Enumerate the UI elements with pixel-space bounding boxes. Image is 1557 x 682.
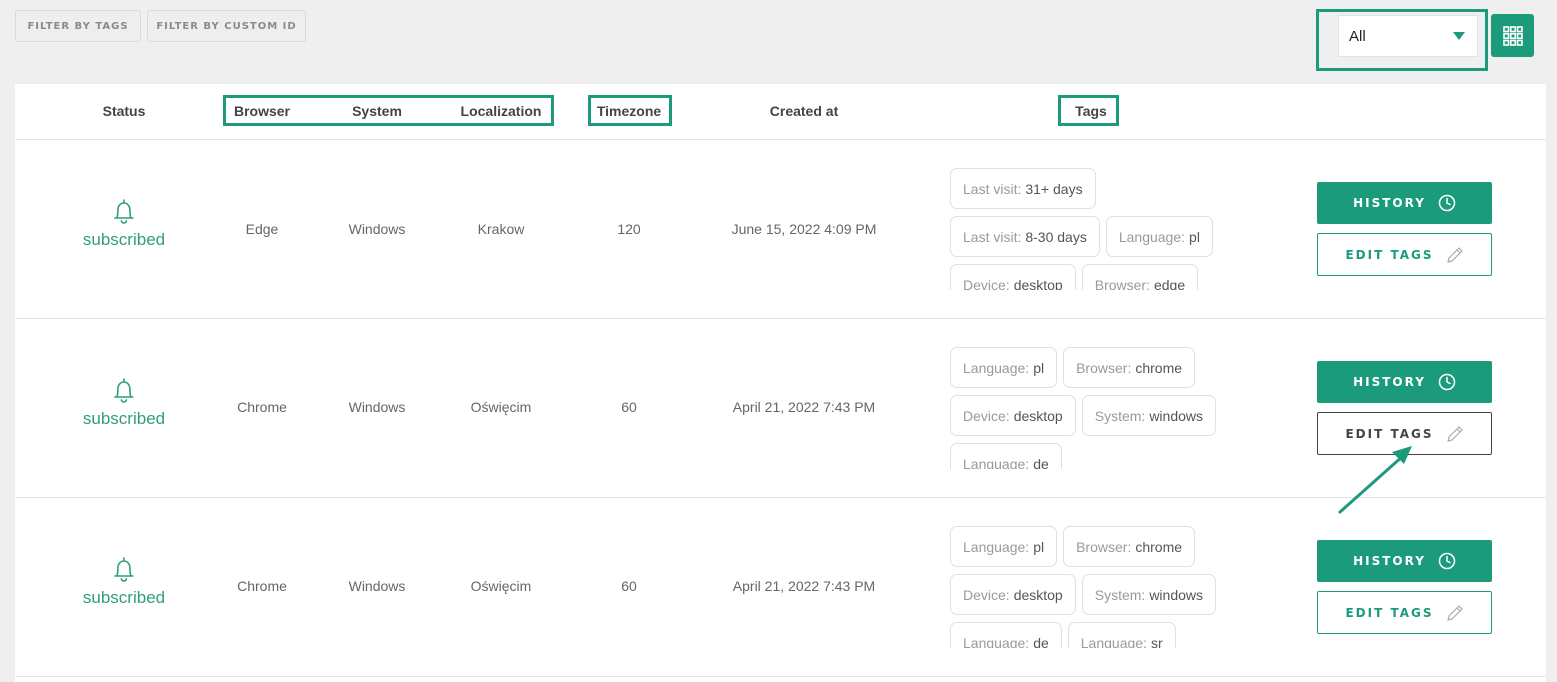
tag-chip: Language: de xyxy=(950,622,1062,648)
filter-by-tags-button[interactable]: FILTER BY TAGS xyxy=(15,10,141,42)
edit-tags-label: EDIT TAGS xyxy=(1345,247,1434,262)
edit-tags-button[interactable]: EDIT TAGS xyxy=(1317,233,1492,276)
highlight-browser-system-localization xyxy=(223,95,554,126)
tags-cell: Language: pl Browser: chrome Device: deskto… xyxy=(950,347,1240,469)
caret-down-icon xyxy=(1453,32,1465,40)
tag-chip: Browser: edge xyxy=(1081,264,1199,290)
history-button[interactable]: HISTORY xyxy=(1317,361,1492,403)
highlight-timezone xyxy=(588,95,672,126)
status-text: subscribed xyxy=(82,230,166,249)
pencil-icon xyxy=(1446,604,1463,621)
system-cell: Windows xyxy=(348,578,406,594)
tag-chip: Language: de xyxy=(950,443,1062,469)
subscribers-table: Status Browser System Localization Timez… xyxy=(15,84,1546,682)
localization-cell: Krakow xyxy=(477,221,525,237)
bell-icon xyxy=(114,557,134,582)
tag-chip: Language: pl xyxy=(950,526,1058,567)
system-cell: Windows xyxy=(348,221,406,237)
filter-by-custom-id-button[interactable]: FILTER BY CUSTOM ID xyxy=(147,10,306,42)
edit-tags-button[interactable]: EDIT TAGS xyxy=(1317,591,1492,634)
status-text: subscribed xyxy=(82,409,166,428)
localization-cell: Oświęcim xyxy=(470,578,532,594)
tag-chip: Browser: chrome xyxy=(1063,347,1196,388)
edit-tags-label: EDIT TAGS xyxy=(1345,605,1434,620)
tag-chip: Last visit: 8-30 days xyxy=(950,216,1100,257)
created-at-cell: June 15, 2022 4:09 PM xyxy=(731,221,877,237)
history-label: HISTORY xyxy=(1353,554,1426,568)
tag-chip: Device: desktop xyxy=(950,395,1076,436)
header-created-at[interactable]: Created at xyxy=(770,103,838,119)
edit-tags-button[interactable]: EDIT TAGS xyxy=(1317,412,1492,455)
clock-icon xyxy=(1438,552,1456,570)
tags-cell: Language: pl Browser: chrome Device: deskto… xyxy=(950,526,1240,648)
table-row: subscribed Chrome Windows Oświęcim 60 Ap… xyxy=(15,498,1546,677)
localization-cell: Oświęcim xyxy=(470,399,532,415)
clock-icon xyxy=(1438,373,1456,391)
created-at-cell: April 21, 2022 7:43 PM xyxy=(732,578,876,594)
timezone-cell: 120 xyxy=(617,221,641,237)
status-cell: subscribed xyxy=(83,198,165,250)
tag-chip: Language: pl xyxy=(1105,216,1213,257)
tag-chip: System: windows xyxy=(1081,574,1217,615)
system-cell: Windows xyxy=(348,399,406,415)
clock-icon xyxy=(1438,194,1456,212)
history-label: HISTORY xyxy=(1353,196,1426,210)
table-header: Status Browser System Localization Timez… xyxy=(15,84,1546,140)
status-cell: subscribed xyxy=(83,556,165,608)
view-select-value: All xyxy=(1349,27,1366,45)
tag-chip: Device: desktop xyxy=(950,574,1076,615)
tag-chip: Device: desktop xyxy=(950,264,1076,290)
grid-view-button[interactable] xyxy=(1491,14,1534,57)
pencil-icon xyxy=(1446,425,1463,442)
bell-icon xyxy=(114,378,134,403)
status-cell: subscribed xyxy=(83,377,165,429)
tag-chip: Browser: chrome xyxy=(1063,526,1196,567)
view-select[interactable]: All xyxy=(1338,15,1478,57)
grid-icon xyxy=(1502,25,1523,46)
tag-chip: System: windows xyxy=(1081,395,1217,436)
header-status[interactable]: Status xyxy=(103,103,146,119)
history-button[interactable]: HISTORY xyxy=(1317,182,1492,224)
pencil-icon xyxy=(1446,246,1463,263)
bell-icon xyxy=(114,199,134,224)
tags-cell: Last visit: 31+ days Last visit: 8-30 days… xyxy=(950,168,1240,290)
status-text: subscribed xyxy=(82,588,166,607)
timezone-cell: 60 xyxy=(621,399,637,415)
tag-chip: Last visit: 31+ days xyxy=(950,168,1096,209)
table-row: subscribed Edge Windows Krakow 120 June … xyxy=(15,140,1546,319)
highlight-tags xyxy=(1058,95,1119,126)
browser-cell: Edge xyxy=(245,221,279,237)
table-row: subscribed Chrome Windows Oświęcim 60 Ap… xyxy=(15,319,1546,498)
tag-chip: Language: sr xyxy=(1067,622,1176,648)
browser-cell: Chrome xyxy=(237,399,287,415)
browser-cell: Chrome xyxy=(237,578,287,594)
history-label: HISTORY xyxy=(1353,375,1426,389)
created-at-cell: April 21, 2022 7:43 PM xyxy=(732,399,876,415)
edit-tags-label: EDIT TAGS xyxy=(1345,426,1434,441)
tag-chip: Language: pl xyxy=(950,347,1058,388)
timezone-cell: 60 xyxy=(621,578,637,594)
history-button[interactable]: HISTORY xyxy=(1317,540,1492,582)
